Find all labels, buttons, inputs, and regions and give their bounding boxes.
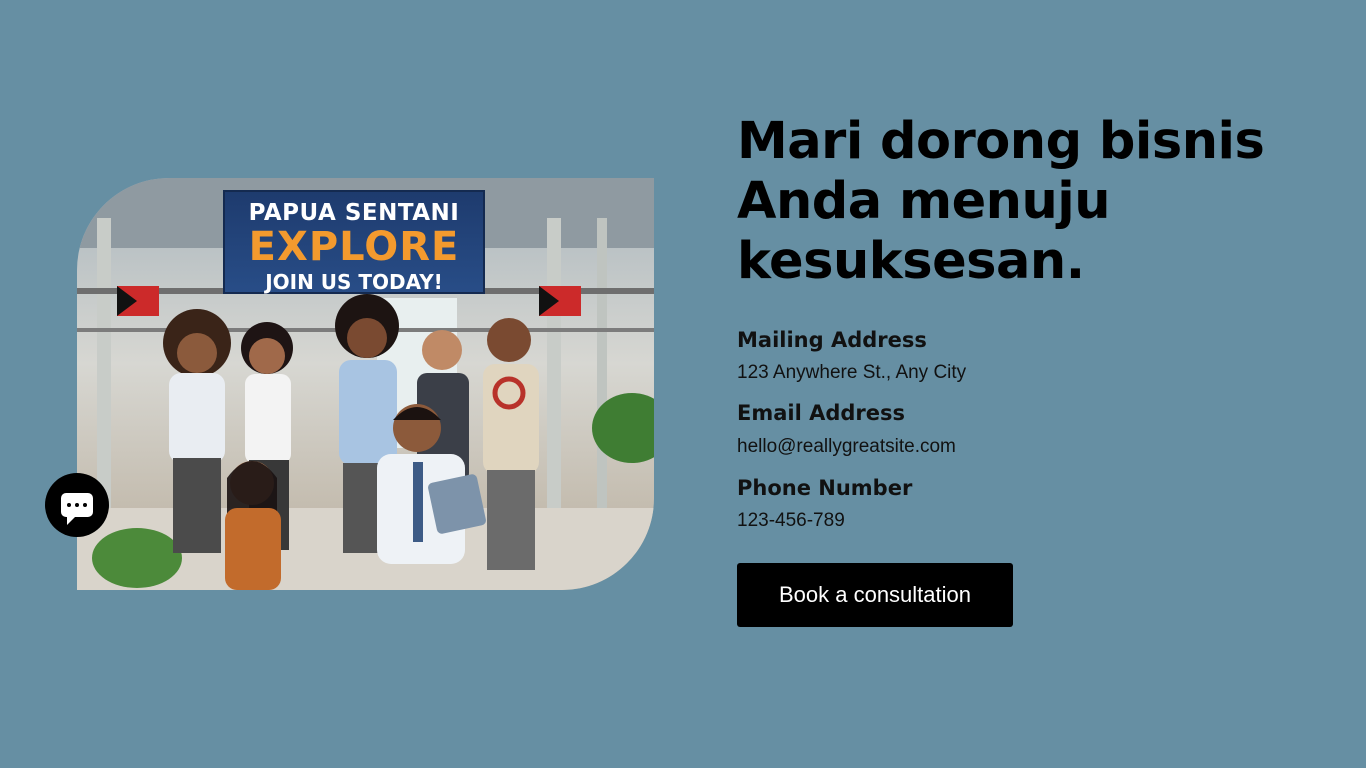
hero-image: PAPUA SENTANI EXPLORE JOIN US TODAY! <box>77 178 654 590</box>
banner-line-3: JOIN US TODAY! <box>265 270 443 294</box>
email-address-value[interactable]: hello@reallygreatsite.com <box>737 436 956 458</box>
banner-line-2: EXPLORE <box>248 224 460 270</box>
banner-line-1: PAPUA SENTANI <box>248 200 460 226</box>
book-consultation-button[interactable]: Book a consultation <box>737 563 1013 627</box>
phone-number-value[interactable]: 123-456-789 <box>737 510 845 532</box>
chat-button[interactable] <box>45 473 109 537</box>
phone-number-label: Phone Number <box>737 476 913 500</box>
email-address-label: Email Address <box>737 401 906 425</box>
page-headline: Mari dorong bisnis Anda menuju kesuksesa… <box>737 112 1265 291</box>
mailing-address-label: Mailing Address <box>737 328 927 352</box>
hero-banner: PAPUA SENTANI EXPLORE JOIN US TODAY! <box>223 190 485 294</box>
chat-icon <box>61 493 93 525</box>
mailing-address-value: 123 Anywhere St., Any City <box>737 362 967 383</box>
